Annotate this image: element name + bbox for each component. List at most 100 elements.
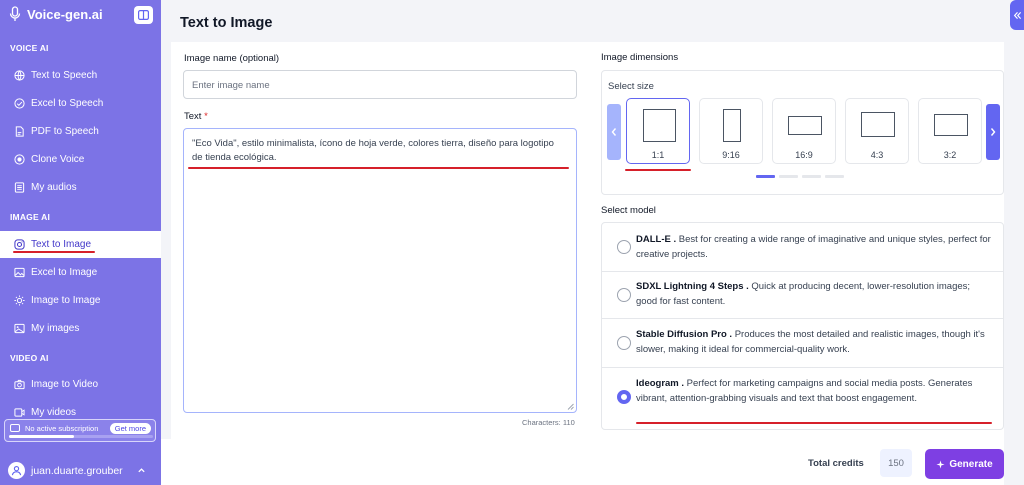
size-option-9-16[interactable]: 9:16 bbox=[699, 98, 763, 164]
list-icon bbox=[14, 182, 25, 193]
get-more-button[interactable]: Get more bbox=[109, 423, 151, 434]
total-credits-label: Total credits bbox=[808, 458, 864, 469]
annotation-underline bbox=[625, 169, 691, 171]
ratio-shape bbox=[861, 112, 895, 137]
subscription-status: No active subscription bbox=[25, 424, 99, 433]
section-title-image-ai: IMAGE AI bbox=[10, 212, 51, 222]
sidebar-item-label: My videos bbox=[31, 407, 77, 418]
double-chevron-left-icon bbox=[1013, 11, 1021, 19]
sparkle-icon bbox=[936, 459, 945, 469]
images-icon bbox=[14, 323, 25, 334]
required-mark: * bbox=[204, 111, 208, 122]
section-title-video-ai: VIDEO AI bbox=[10, 353, 49, 363]
microphone-icon bbox=[9, 6, 21, 21]
model-option-dall-e[interactable]: DALL-E . Best for creating a wide range … bbox=[602, 223, 1003, 272]
brand[interactable]: Voice-gen.ai bbox=[9, 6, 103, 22]
user-name: juan.duarte.grouber bbox=[31, 464, 123, 477]
size-option-16-9[interactable]: 16:9 bbox=[772, 98, 836, 164]
sidebar-item-excel-to-image[interactable]: Excel to Image bbox=[0, 259, 161, 286]
image-name-label: Image name (optional) bbox=[184, 53, 280, 64]
prev-size-button[interactable] bbox=[607, 104, 621, 160]
sidebar-item-clone-voice[interactable]: Clone Voice bbox=[0, 146, 161, 173]
next-size-button[interactable] bbox=[986, 104, 1000, 160]
expand-panel-button[interactable] bbox=[1010, 0, 1024, 30]
image-name-placeholder: Enter image name bbox=[192, 80, 270, 91]
chevron-left-icon bbox=[611, 128, 617, 136]
model-radio[interactable] bbox=[617, 240, 631, 254]
pagination-dot[interactable] bbox=[756, 175, 775, 178]
image-name-input[interactable]: Enter image name bbox=[183, 70, 577, 99]
pdf-file-icon bbox=[15, 126, 24, 137]
model-radio[interactable] bbox=[617, 288, 631, 302]
size-option-1-1[interactable]: 1:1 bbox=[626, 98, 690, 164]
model-radio[interactable] bbox=[617, 390, 631, 404]
model-description: Ideogram . Perfect for marketing campaig… bbox=[636, 377, 992, 406]
pagination-dot[interactable] bbox=[779, 175, 798, 178]
prompt-text: "Eco Vida", estilo minimalista, ícono de… bbox=[192, 138, 554, 163]
model-desc-text: Best for creating a wide range of imagin… bbox=[636, 234, 991, 260]
size-option-3-2[interactable]: 3:2 bbox=[918, 98, 982, 164]
subscription-progress bbox=[9, 435, 153, 438]
annotation-underline bbox=[188, 167, 569, 169]
avatar bbox=[8, 462, 25, 479]
sidebar-item-image-to-image[interactable]: Image to Image bbox=[0, 287, 161, 314]
model-description: DALL-E . Best for creating a wide range … bbox=[636, 233, 992, 262]
model-name: DALL-E . bbox=[636, 234, 677, 245]
model-desc-text: Perfect for marketing campaigns and soci… bbox=[636, 378, 973, 404]
pagination-dot[interactable] bbox=[825, 175, 844, 178]
model-radio[interactable] bbox=[617, 336, 631, 350]
sidebar-item-label: PDF to Speech bbox=[31, 126, 99, 137]
total-credits-value: 150 bbox=[880, 449, 912, 477]
instagram-icon bbox=[14, 239, 25, 250]
sidebar-item-text-to-speech[interactable]: Text to Speech bbox=[0, 62, 161, 89]
generate-button[interactable]: Generate bbox=[925, 449, 1004, 479]
sidebar-toggle-button[interactable] bbox=[134, 6, 153, 24]
annotation-underline bbox=[13, 251, 95, 253]
sidebar-item-image-to-video[interactable]: Image to Video bbox=[0, 371, 161, 398]
section-title-voice-ai: VOICE AI bbox=[10, 43, 49, 53]
main-content: Text to Image Image name (optional) Ente… bbox=[161, 0, 1004, 485]
ratio-shape bbox=[788, 116, 822, 135]
text-label: Text * bbox=[184, 111, 208, 122]
sidebar-item-my-audios[interactable]: My audios bbox=[0, 174, 161, 201]
sidebar-item-text-to-image[interactable]: Text to Image bbox=[0, 231, 161, 258]
record-icon bbox=[14, 154, 25, 165]
model-name: Stable Diffusion Pro . bbox=[636, 329, 733, 340]
size-pagination bbox=[756, 175, 844, 178]
resize-handle-icon[interactable] bbox=[567, 403, 574, 410]
prompt-textarea[interactable]: "Eco Vida", estilo minimalista, ícono de… bbox=[183, 128, 577, 413]
size-option-label: 1:1 bbox=[651, 150, 665, 160]
model-list: DALL-E . Best for creating a wide range … bbox=[601, 222, 1004, 430]
sidebar-item-label: Image to Video bbox=[31, 379, 99, 390]
sidebar-item-label: Image to Image bbox=[31, 295, 101, 306]
page-title: Text to Image bbox=[180, 15, 273, 31]
annotation-underline bbox=[636, 422, 992, 424]
sidebar-item-label: Clone Voice bbox=[31, 154, 85, 165]
select-size-label: Select size bbox=[608, 81, 654, 92]
size-option-label: 3:2 bbox=[943, 150, 957, 160]
size-option-label: 4:3 bbox=[870, 150, 884, 160]
size-option-label: 9:16 bbox=[722, 150, 740, 160]
chevron-up-icon bbox=[138, 468, 145, 473]
dimensions-label: Image dimensions bbox=[601, 52, 679, 63]
sidebar: Voice-gen.ai VOICE AI Text to Speech Exc… bbox=[0, 0, 161, 485]
model-option-sdxl-lightning[interactable]: SDXL Lightning 4 Steps . Quick at produc… bbox=[602, 272, 1003, 319]
sidebar-item-label: Text to Image bbox=[31, 239, 92, 250]
globe-icon bbox=[14, 70, 25, 81]
sidebar-item-label: Excel to Image bbox=[31, 267, 98, 278]
subscription-box: No active subscription Get more bbox=[4, 419, 156, 442]
chevron-right-icon bbox=[990, 128, 996, 136]
pagination-dot[interactable] bbox=[802, 175, 821, 178]
sidebar-item-pdf-to-speech[interactable]: PDF to Speech bbox=[0, 118, 161, 145]
model-option-stable-diffusion-pro[interactable]: Stable Diffusion Pro . Produces the most… bbox=[602, 319, 1003, 368]
sidebar-item-label: Text to Speech bbox=[31, 70, 98, 81]
model-option-ideogram[interactable]: Ideogram . Perfect for marketing campaig… bbox=[602, 368, 1003, 429]
sidebar-item-my-images[interactable]: My images bbox=[0, 315, 161, 342]
generate-label: Generate bbox=[949, 458, 993, 470]
user-menu[interactable]: juan.duarte.grouber bbox=[0, 456, 161, 485]
size-option-4-3[interactable]: 4:3 bbox=[845, 98, 909, 164]
video-icon bbox=[14, 408, 25, 417]
card-icon bbox=[10, 424, 20, 432]
sidebar-item-excel-to-speech[interactable]: Excel to Speech bbox=[0, 90, 161, 117]
ratio-shape bbox=[643, 109, 676, 142]
